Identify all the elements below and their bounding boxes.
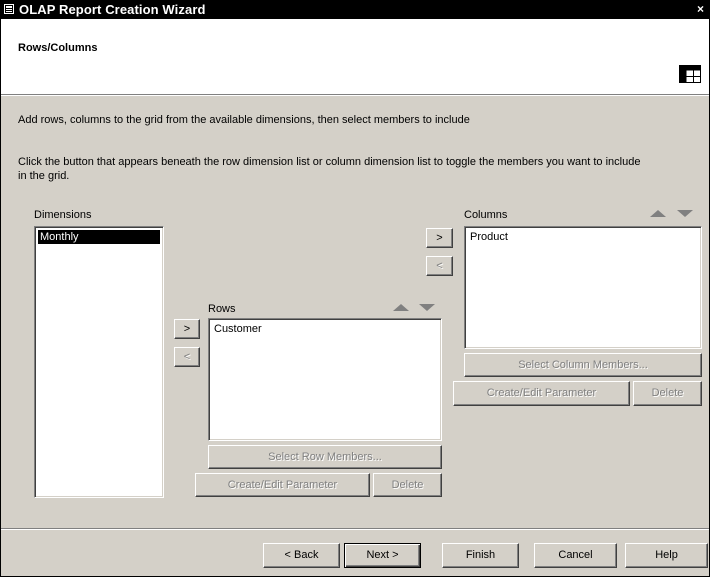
select-row-members-button[interactable]: Select Row Members...: [208, 445, 442, 469]
wizard-header: Rows/Columns: [1, 19, 709, 95]
instruction-detail-line2: in the grid.: [18, 170, 70, 182]
rows-move-down-icon[interactable]: [419, 304, 435, 311]
next-button[interactable]: Next >: [344, 543, 421, 568]
dimensions-label: Dimensions: [34, 209, 92, 221]
wizard-window: OLAP Report Creation Wizard × Rows/Colum…: [0, 0, 710, 577]
columns-create-edit-parameter-button[interactable]: Create/Edit Parameter: [453, 381, 630, 406]
columns-label: Columns: [464, 209, 508, 221]
rows-create-edit-parameter-button[interactable]: Create/Edit Parameter: [195, 473, 370, 497]
rows-delete-button[interactable]: Delete: [373, 473, 442, 497]
dimension-item-monthly[interactable]: Monthly: [38, 230, 160, 244]
rows-move-up-icon[interactable]: [393, 304, 409, 311]
footer-divider-highlight: [1, 529, 709, 530]
remove-row-button[interactable]: <: [174, 347, 200, 367]
page-title: Rows/Columns: [18, 42, 98, 54]
columns-delete-button[interactable]: Delete: [633, 381, 702, 406]
app-icon: [4, 4, 14, 14]
columns-list[interactable]: Product: [464, 226, 702, 349]
close-icon[interactable]: ×: [697, 2, 709, 17]
row-item-customer[interactable]: Customer: [212, 322, 438, 336]
instruction-detail-line1: Click the button that appears beneath th…: [18, 156, 641, 168]
back-button[interactable]: < Back: [263, 543, 340, 568]
rows-list[interactable]: Customer: [208, 318, 442, 441]
columns-move-up-icon[interactable]: [650, 210, 666, 217]
window-title: OLAP Report Creation Wizard: [19, 2, 206, 17]
add-column-button[interactable]: >: [426, 228, 453, 248]
rows-label: Rows: [208, 303, 236, 315]
column-item-product[interactable]: Product: [468, 230, 698, 244]
remove-column-button[interactable]: <: [426, 256, 453, 276]
title-bar[interactable]: OLAP Report Creation Wizard ×: [1, 1, 709, 19]
add-row-button[interactable]: >: [174, 319, 200, 339]
header-divider: [1, 95, 709, 96]
finish-button[interactable]: Finish: [442, 543, 519, 568]
grid-icon: [679, 65, 701, 83]
dimensions-list[interactable]: Monthly: [34, 226, 164, 498]
help-button[interactable]: Help: [625, 543, 708, 568]
select-column-members-button[interactable]: Select Column Members...: [464, 353, 702, 377]
instruction-text: Add rows, columns to the grid from the a…: [18, 114, 470, 126]
cancel-button[interactable]: Cancel: [534, 543, 617, 568]
columns-move-down-icon[interactable]: [677, 210, 693, 217]
